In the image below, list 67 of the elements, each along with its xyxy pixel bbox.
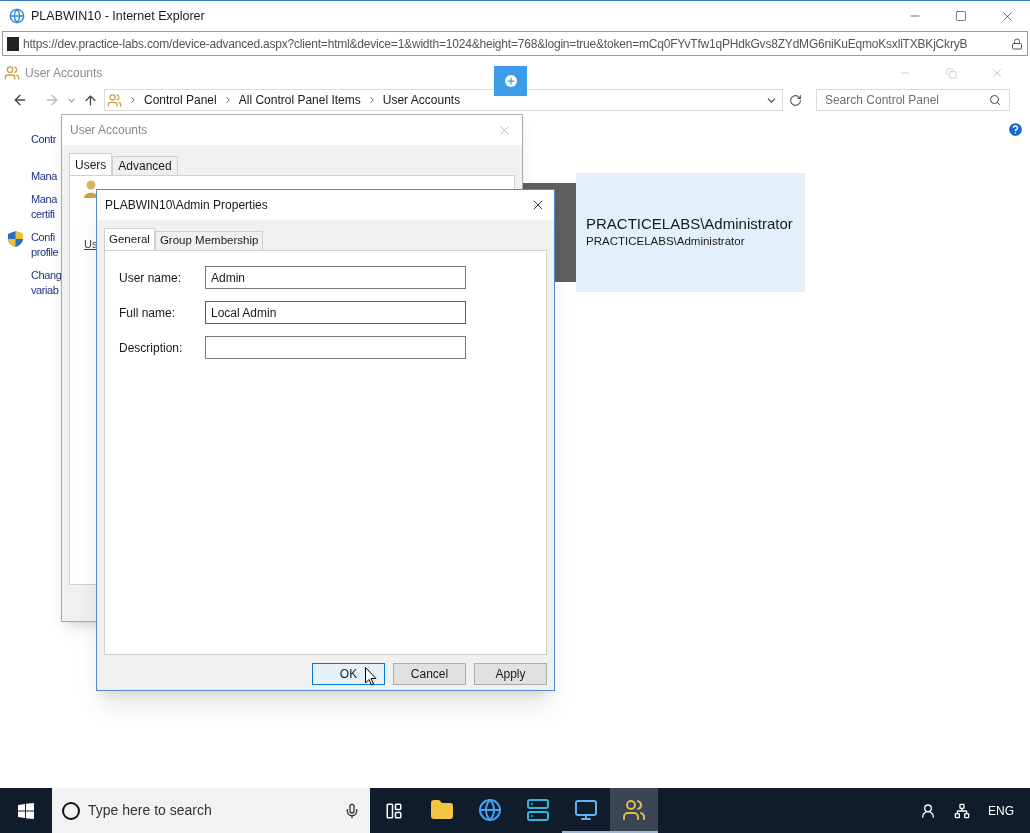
field-label: User name:: [119, 269, 183, 287]
control-panel-icon: [107, 92, 122, 108]
text-field[interactable]: Admin: [205, 266, 466, 289]
text-field[interactable]: Local Admin: [205, 301, 466, 324]
chevron-icon: [128, 95, 138, 105]
tab[interactable]: General: [104, 228, 155, 250]
window-title: User Accounts: [25, 65, 103, 82]
browser-logo-icon: [9, 8, 25, 24]
dialog-button[interactable]: Cancel: [393, 663, 466, 685]
folder-icon: [430, 797, 454, 822]
task-view-icon: [385, 801, 403, 820]
task-link[interactable]: variab: [31, 283, 59, 298]
taskbar-app[interactable]: [610, 788, 658, 833]
dialog-title: User Accounts: [70, 122, 148, 139]
account-name: PRACTICELABS\Administrator: [586, 214, 794, 233]
task-link[interactable]: profile: [31, 245, 59, 260]
dialog-title: PLABWIN10\Admin Properties: [105, 197, 268, 214]
dialog-button[interactable]: OK: [312, 663, 385, 685]
up-button[interactable]: [83, 92, 98, 108]
taskbar-search-input[interactable]: Type here to search: [88, 800, 336, 821]
tab[interactable]: Group Membership: [154, 231, 264, 250]
language-indicator[interactable]: ENG: [988, 801, 1014, 820]
field-label: Description:: [119, 339, 184, 357]
url-text: https://dev.practice-labs.com/device-advanced.aspx?client=html&device=1&width=1024&height=768&login=true&token=mCq0FYvTfw1qPHdkGvs8ZYdMG6niKuEqmoKsxliTXBKjCkryB: [23, 35, 968, 53]
tab[interactable]: Advanced: [112, 156, 178, 175]
add-button[interactable]: [494, 66, 527, 96]
users-icon: [622, 797, 646, 822]
globe-icon: [478, 797, 502, 822]
task-link[interactable]: Chang: [31, 268, 62, 283]
people-icon[interactable]: [920, 802, 936, 819]
network-icon[interactable]: [954, 802, 970, 819]
help-icon[interactable]: [1007, 121, 1024, 138]
back-button[interactable]: [12, 92, 28, 108]
tab[interactable]: Users: [69, 153, 113, 175]
monitor-icon: [574, 797, 598, 822]
restore-icon: [945, 67, 957, 79]
site-icon: [7, 36, 19, 51]
search-icon: [989, 94, 1001, 106]
mouse-cursor-icon: [365, 667, 377, 686]
dialog-button[interactable]: Apply: [474, 663, 547, 685]
task-link[interactable]: Confi: [31, 230, 55, 245]
task-link[interactable]: Mana: [31, 192, 57, 207]
user-icon: [84, 180, 98, 198]
search-box[interactable]: Search Control Panel: [815, 89, 1010, 111]
plus-icon: [504, 75, 517, 87]
breadcrumb-link[interactable]: All Control Panel Items: [238, 91, 361, 109]
lock-icon: [1011, 37, 1023, 50]
server-icon: [526, 797, 550, 822]
field-label: Full name:: [119, 304, 177, 322]
breadcrumb-link[interactable]: User Accounts: [382, 91, 461, 109]
cortana-icon: [62, 801, 80, 820]
breadcrumb-link[interactable]: Control Panel: [144, 91, 217, 109]
microphone-icon[interactable]: [344, 802, 360, 819]
text-field[interactable]: [205, 336, 466, 359]
user-accounts-icon: [4, 65, 20, 81]
refresh-button[interactable]: [788, 93, 802, 107]
taskbar-search-box[interactable]: Type here to search: [52, 788, 370, 833]
task-link[interactable]: certifi: [31, 207, 55, 222]
account-subtitle: PRACTICELABS\Administrator: [586, 233, 746, 249]
close-icon: [990, 66, 1004, 80]
address-bar[interactable]: https://dev.practice-labs.com/device-advanced.aspx?client=html&device=1&width=1024&height=768&login=true&token=mCq0FYvTfw1qPHdkGvs8ZYdMG6niKuEqmoKsxliTXBKjCkryB: [2, 31, 1028, 56]
task-link[interactable]: Contr: [31, 132, 56, 147]
task-link[interactable]: Mana: [31, 169, 57, 184]
maximize-icon: [955, 10, 967, 22]
window-title: PLABWIN10 - Internet Explorer: [31, 7, 205, 25]
search-field[interactable]: Search Control Panel: [824, 91, 989, 109]
windows-logo-icon: [18, 802, 34, 819]
